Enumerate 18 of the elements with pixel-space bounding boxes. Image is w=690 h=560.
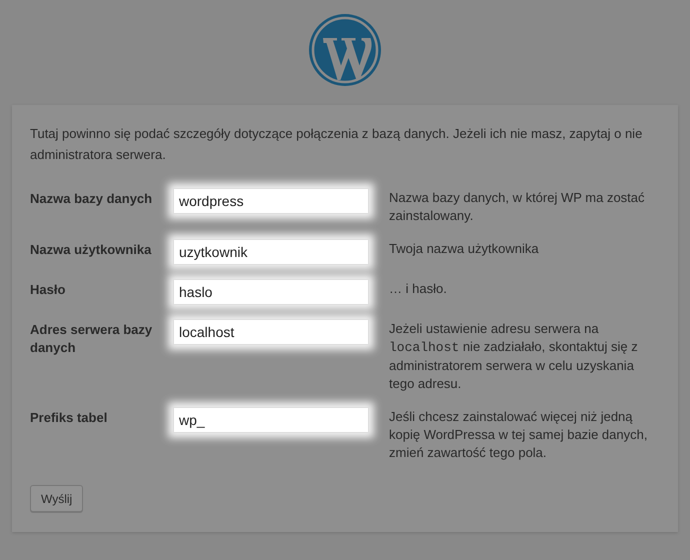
- input-field[interactable]: uzytkownik: [173, 239, 369, 265]
- field-label: Prefiks tabel: [30, 409, 108, 427]
- logo-icon: [307, 12, 383, 88]
- help-text: Jeśli chcesz zainstalować więcej niż jedną kopię WordPressa w tej samej bazie danych, zmień zawartość tego pola.: [389, 408, 648, 462]
- submit-button[interactable]: Wyślij: [30, 485, 84, 512]
- field-label: Nazwa bazy danych: [30, 190, 154, 208]
- intro-text: Tutaj powinno się podać szczegóły dotyczące połączenia z bazą danych. Jeżeli ich nie masz, zapytaj o nie administratora serwera.: [30, 125, 644, 164]
- help-text: … i hasło.: [389, 280, 448, 298]
- field-label: Hasło: [30, 281, 66, 299]
- field-label: Nazwa użytkownika: [30, 241, 152, 259]
- input-field[interactable]: wp_: [173, 407, 369, 433]
- input-field[interactable]: wordpress: [173, 188, 369, 214]
- help-text: Jeżeli ustawienie adresu serwera na localhost nie zadziałało, skontaktuj się z administratorem serwera w celu uzyskania tego adresu.: [389, 320, 639, 393]
- help-text: Nazwa bazy danych, w której WP ma zostać zainstalowany.: [389, 189, 646, 225]
- input-field[interactable]: localhost: [173, 319, 369, 345]
- field-label: Adres serwera bazy danych: [30, 321, 154, 357]
- help-text: Twoja nazwa użytkownika: [389, 240, 540, 258]
- input-field[interactable]: haslo: [173, 279, 369, 305]
